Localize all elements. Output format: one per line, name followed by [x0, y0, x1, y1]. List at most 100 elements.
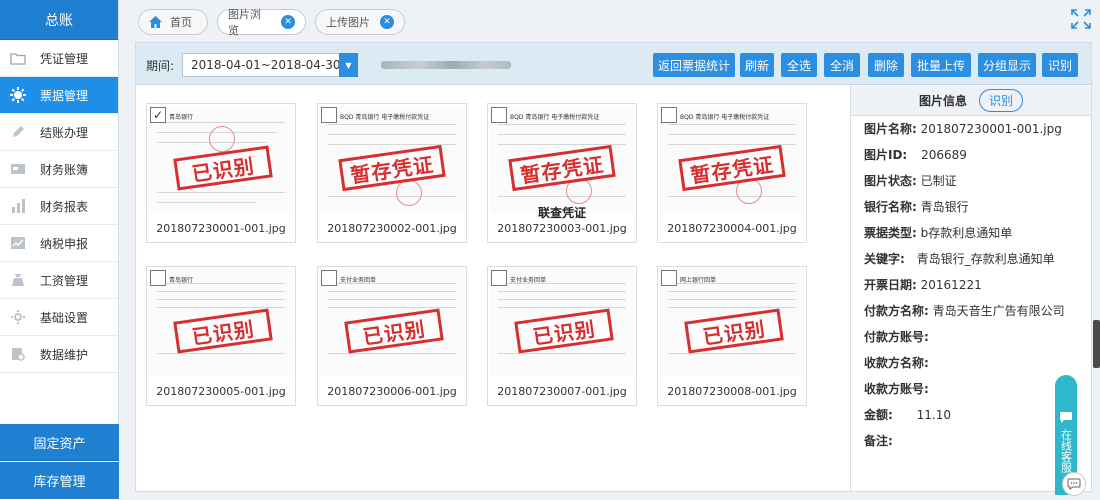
field-label: 付款方账号: [864, 330, 929, 344]
tab-label: 图片浏览 [228, 8, 261, 37]
tab-label: 首页 [170, 16, 192, 29]
fullscreen-icon[interactable] [1070, 8, 1092, 30]
sidebar-item-label: 基础设置 [40, 310, 89, 325]
sidebar-item-label: 财务账簿 [40, 162, 89, 177]
info-row-payer-account: 付款方账号: [864, 328, 929, 345]
info-row-remark: 备注: [864, 432, 893, 449]
field-label: 付款方名称: [864, 304, 929, 318]
select-all-button[interactable]: 全选 [781, 53, 817, 77]
group-display-button[interactable]: 分组显示 [978, 53, 1036, 77]
receipt-image[interactable]: 青岛银行 已识别 [149, 106, 293, 214]
field-label: 银行名称: [864, 200, 917, 214]
thumbnail-filename: 201807230002-001.jpg [327, 222, 457, 235]
thumbnail-card[interactable]: BQD 青岛银行 电子缴税付款凭证 暂存凭证 201807230004-001.… [657, 103, 807, 243]
stamp-label: 已识别 [173, 145, 273, 191]
receipt-image[interactable]: BQD 青岛银行 电子缴税付款凭证 暂存凭证 [320, 106, 464, 214]
sidebar-item-settings[interactable]: 基础设置 [0, 299, 118, 336]
tab-image-browse[interactable]: 图片浏览 ✕ [217, 8, 306, 37]
sidebar-item-label: 工资管理 [40, 273, 89, 288]
stamp-label: 暂存凭证 [338, 144, 446, 192]
checkbox[interactable]: ✓ [150, 107, 166, 123]
toolbar: 期间: 2018-04-01~2018-04-30 ▼ 返回票据统计 刷新 全选… [136, 43, 1091, 85]
field-label: 开票日期: [864, 278, 917, 292]
info-row-image-name: 图片名称: 201807230001-001.jpg [864, 120, 1062, 137]
stamp-label: 暂存凭证 [678, 144, 786, 192]
identify-button[interactable]: 识别 [1042, 53, 1078, 77]
sidebar-item-tax[interactable]: 纳税申报 [0, 225, 118, 262]
field-value: 青岛银行 [920, 200, 969, 214]
stamp-label: 暂存凭证 [508, 144, 616, 192]
info-panel-header: 图片信息 识别 [851, 86, 1091, 116]
main-panel: 期间: 2018-04-01~2018-04-30 ▼ 返回票据统计 刷新 全选… [135, 42, 1092, 492]
cog-icon [8, 307, 28, 327]
delete-button[interactable]: 删除 [868, 53, 904, 77]
checkbox[interactable] [150, 270, 166, 286]
checkbox[interactable] [661, 270, 677, 286]
tab-upload-image[interactable]: 上传图片 ✕ [315, 9, 405, 35]
field-value: 青岛银行_存款利息通知单 [916, 252, 1055, 266]
thumbnail-card[interactable]: ✓ 青岛银行 已识别 201807230001-001.jpg [146, 103, 296, 243]
checkbox[interactable] [321, 107, 337, 123]
sidebar-inventory[interactable]: 库存管理 [0, 462, 119, 499]
pencil-icon [8, 122, 28, 142]
scroll-handle[interactable] [1093, 320, 1100, 368]
thumbnail-card[interactable]: 网上银行回单 已识别 201807230008-001.jpg [657, 266, 807, 406]
thumbnail-filename: 201807230007-001.jpg [497, 385, 627, 398]
batch-upload-button[interactable]: 批量上传 [911, 53, 971, 77]
field-value: 青岛天音生广告有限公司 [932, 304, 1065, 318]
info-panel-title: 图片信息 [918, 94, 967, 108]
deselect-all-button[interactable]: 全消 [824, 53, 860, 77]
receipt-image[interactable]: BQD 青岛银行 电子缴税付款凭证 暂存凭证 [490, 106, 634, 214]
thumbnail-card[interactable]: 支付业务回单 已识别 201807230006-001.jpg [317, 266, 467, 406]
close-icon[interactable]: ✕ [380, 15, 394, 29]
sidebar-item-data[interactable]: 数据维护 [0, 336, 118, 373]
receipt-image[interactable]: 青岛银行 已识别 [149, 269, 293, 377]
doc-header: BQD 青岛银行 电子缴税付款凭证 [680, 114, 770, 121]
home-icon [149, 16, 162, 28]
database-icon [8, 344, 28, 364]
thumbnail-card[interactable]: BQD 青岛银行 电子缴税付款凭证 暂存凭证 201807230002-001.… [317, 103, 467, 243]
thumbnail-card[interactable]: BQD 青岛银行 电子缴税付款凭证 暂存凭证 联查凭证 201807230003… [487, 103, 637, 243]
sidebar-item-bills[interactable]: 票据管理 [0, 77, 118, 114]
thumbnail-card[interactable]: 青岛银行 已识别 201807230005-001.jpg [146, 266, 296, 406]
field-value: 已制证 [920, 174, 957, 188]
gear-icon [8, 85, 28, 105]
view-voucher-link[interactable]: 联查凭证 [488, 204, 636, 221]
close-icon[interactable]: ✕ [281, 15, 295, 29]
sidebar: 总账 凭证管理 票据管理 结账办理 财务账簿 财务报表 纳税申报 工资管理 基础… [0, 0, 119, 500]
refresh-button[interactable]: 刷新 [740, 53, 774, 77]
sidebar-item-label: 凭证管理 [40, 51, 89, 66]
thumbnail-card[interactable]: 支付业务回单 已识别 201807230007-001.jpg [487, 266, 637, 406]
field-value: 20161221 [920, 278, 982, 292]
back-to-stats-button[interactable]: 返回票据统计 [653, 53, 735, 77]
info-identify-button[interactable]: 识别 [979, 89, 1024, 112]
stamp-label: 已识别 [344, 308, 444, 354]
top-tab-bar: 首页 图片浏览 ✕ 上传图片 ✕ [120, 0, 1100, 40]
sidebar-fixed-assets[interactable]: 固定资产 [0, 424, 119, 461]
sidebar-item-voucher[interactable]: 凭证管理 [0, 40, 118, 77]
period-select[interactable]: 2018-04-01~2018-04-30 [182, 53, 358, 77]
checkbox[interactable] [321, 270, 337, 286]
sidebar-item-ledger[interactable]: 财务账簿 [0, 151, 118, 188]
chat-bubble-icon[interactable] [1062, 472, 1086, 496]
thumbnail-filename: 201807230005-001.jpg [156, 385, 286, 398]
field-label: 金额: [864, 408, 893, 422]
receipt-image[interactable]: BQD 青岛银行 电子缴税付款凭证 暂存凭证 [660, 106, 804, 214]
tab-label: 上传图片 [326, 16, 370, 29]
tab-home[interactable]: 首页 [138, 9, 208, 35]
sidebar-item-label: 结账办理 [40, 125, 89, 140]
receipt-image[interactable]: 支付业务回单 已识别 [490, 269, 634, 377]
checkbox[interactable] [661, 107, 677, 123]
receipt-image[interactable]: 支付业务回单 已识别 [320, 269, 464, 377]
sidebar-item-reports[interactable]: 财务报表 [0, 188, 118, 225]
sidebar-title[interactable]: 总账 [0, 0, 118, 40]
checkbox[interactable] [491, 107, 507, 123]
checkbox[interactable] [491, 270, 507, 286]
info-row-image-id: 图片ID: 206689 [864, 146, 967, 163]
sidebar-item-payroll[interactable]: 工资管理 [0, 262, 118, 299]
info-row-image-status: 图片状态: 已制证 [864, 172, 957, 189]
chevron-down-icon[interactable]: ▼ [339, 53, 358, 77]
sidebar-item-closing[interactable]: 结账办理 [0, 114, 118, 151]
receipt-image[interactable]: 网上银行回单 已识别 [660, 269, 804, 377]
field-value: 201807230001-001.jpg [920, 122, 1062, 136]
